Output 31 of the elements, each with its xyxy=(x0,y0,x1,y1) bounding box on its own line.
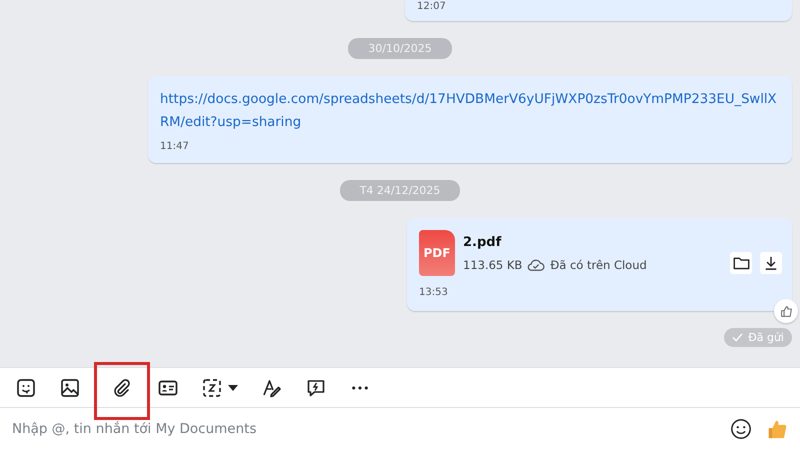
message-time: 12:07 xyxy=(417,1,447,13)
image-icon xyxy=(60,378,80,398)
date-label: 30/10/2025 xyxy=(348,38,452,59)
file-size: 113.65 KB xyxy=(463,258,522,272)
open-folder-button[interactable] xyxy=(730,252,752,274)
cloud-status: Đã có trên Cloud xyxy=(550,258,647,272)
download-icon xyxy=(764,256,778,270)
check-icon xyxy=(732,333,744,342)
download-button[interactable] xyxy=(760,252,782,274)
smiley-icon[interactable] xyxy=(730,418,752,440)
message-time: 13:53 xyxy=(419,286,449,299)
like-button[interactable] xyxy=(774,299,798,323)
paperclip-icon xyxy=(112,378,132,398)
lightning-message-icon xyxy=(306,378,326,398)
thumbs-up-icon xyxy=(780,304,792,318)
pdf-file-icon: PDF xyxy=(419,230,455,276)
thumbs-up-icon[interactable] xyxy=(766,418,788,440)
text-format-icon xyxy=(262,378,282,398)
cloud-check-icon xyxy=(527,258,546,272)
caret-icon xyxy=(228,384,238,390)
folder-icon xyxy=(732,256,750,270)
more-icon xyxy=(351,384,369,390)
message-link[interactable]: https://docs.google.com/spreadsheets/d/17HVDBMerV6yUFjWXP0zsTr0ovYmPMP233EU_SwllXRM/edit?usp=sharing xyxy=(160,88,782,134)
file-name: 2.pdf xyxy=(463,234,502,250)
date-label: T4 24/12/2025 xyxy=(340,180,460,201)
screenshot-icon xyxy=(202,378,222,398)
message-input[interactable]: Nhập @, tin nhắn tới My Documents xyxy=(12,421,716,437)
message-time: 11:47 xyxy=(160,140,190,153)
contact-card-icon xyxy=(158,378,178,398)
sticker-icon xyxy=(16,378,36,398)
sent-label: Đã gửi xyxy=(748,331,784,344)
